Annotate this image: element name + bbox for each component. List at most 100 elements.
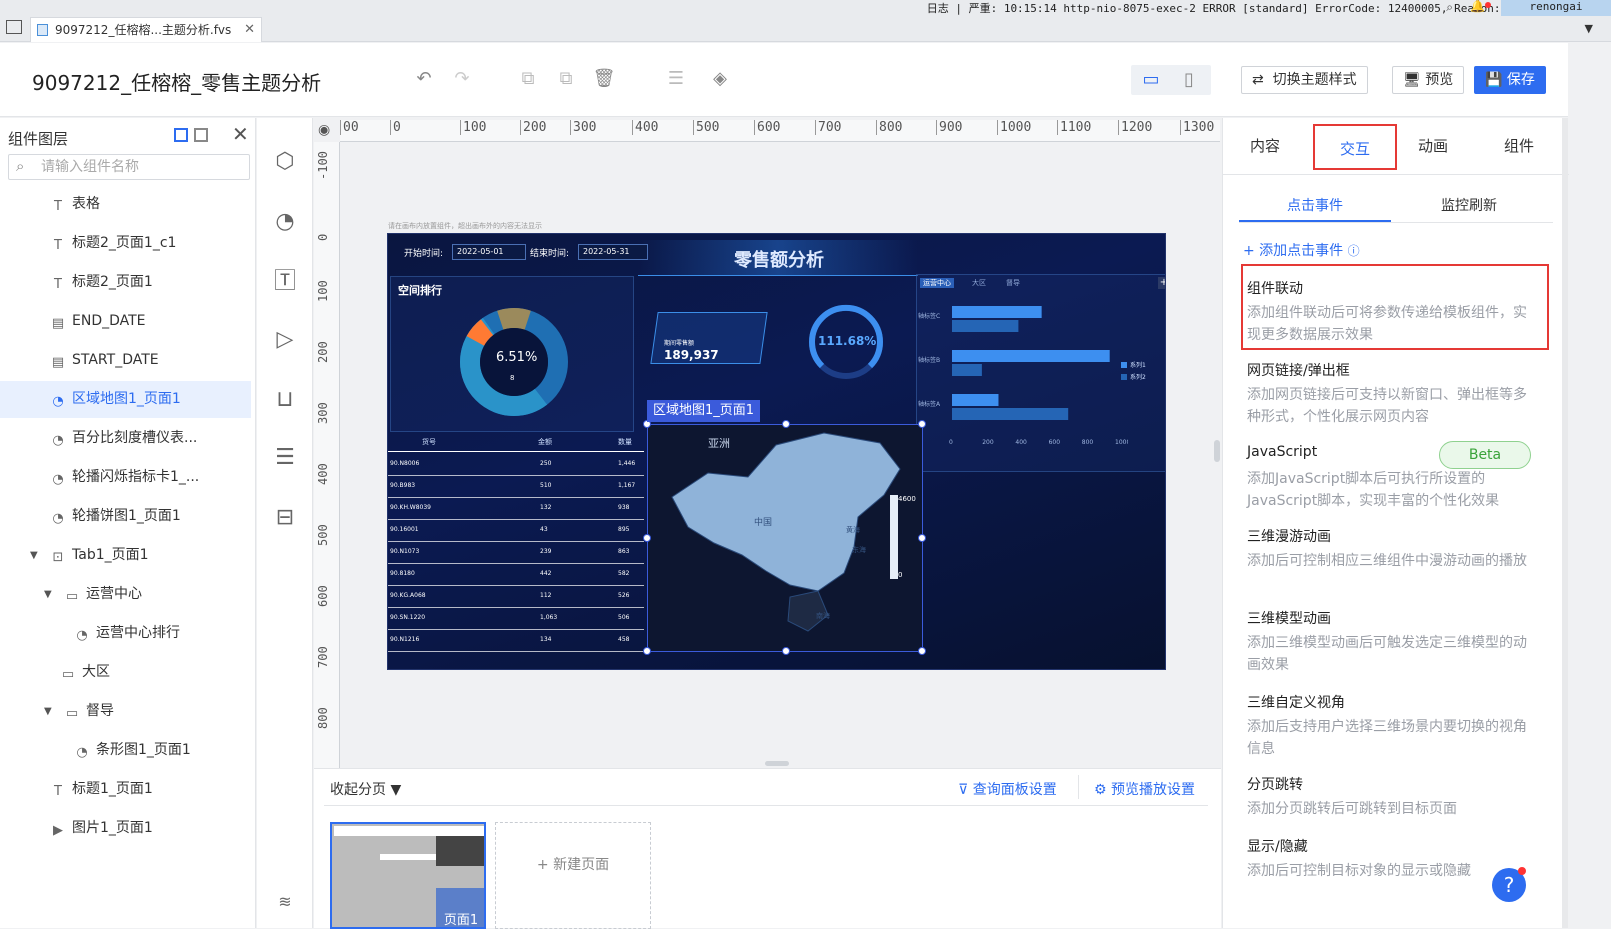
preview-play-button[interactable]: ⚙ 预览播放设置 [1094,779,1195,799]
layer-item[interactable]: ◔ 条形图1_页面1 [0,732,251,769]
save-button[interactable]: 💾 保存 [1474,66,1546,94]
eye-icon[interactable]: ◉ [318,122,330,138]
close-panel-icon[interactable]: ✕ [232,122,249,146]
search-input[interactable]: 请输入组件名称 [8,154,250,180]
canvas-scrollbar[interactable] [1214,440,1220,462]
stack-icon[interactable]: ≋ [271,888,299,916]
event-option-title[interactable]: JavaScript [1247,444,1317,460]
end-date-input[interactable]: 2022-05-31 [578,244,648,260]
resize-handle[interactable] [643,647,651,655]
dropdown-icon[interactable]: ▼ [1585,22,1593,35]
tab-ops-center[interactable]: 运营中心 [920,278,954,288]
resize-handle[interactable] [918,534,926,542]
layer-item[interactable]: ▤ START_DATE [0,342,251,379]
switch-theme-button[interactable]: ⇄ 切换主题样式 [1241,66,1368,94]
pie-chart-icon[interactable]: ◔ [271,208,299,236]
close-icon[interactable]: ✕ [244,18,255,42]
layer-item[interactable]: ▶ 图片1_页面1 [0,810,251,847]
add-tab-icon[interactable]: + [1158,277,1165,289]
page-thumbnail[interactable]: 页面1 [330,822,486,929]
paste-icon[interactable]: ⧉ [554,67,578,91]
caret-down-icon[interactable]: ▼ [30,537,38,574]
split-icon[interactable] [194,128,208,142]
event-option-title[interactable]: 显示/隐藏 [1247,836,1308,856]
desktop-icon[interactable]: ▭ [1139,68,1163,92]
resize-handle[interactable] [782,647,790,655]
subtab-monitor-refresh[interactable]: 监控刷新 [1393,190,1545,222]
list-icon[interactable]: ☰ [271,444,299,472]
layers-icon[interactable]: ◈ [708,67,732,91]
event-option-title[interactable]: 网页链接/弹出框 [1247,360,1350,380]
layer-item[interactable]: T 标题2_页面1_c1 [0,225,251,262]
layer-item[interactable]: ▭ 大区 [0,654,251,691]
layer-item[interactable]: ◔ 轮播饼图1_页面1 [0,498,251,535]
tab-interaction[interactable]: 交互 [1313,124,1397,170]
dashboard-canvas[interactable]: 零售额分析 开始时间: 2022-05-01 结束时间: 2022-05-31 … [387,233,1166,670]
resize-handle[interactable] [918,420,926,428]
preview-button[interactable]: 🖥 预览 [1392,66,1465,94]
layer-item[interactable]: ◔ 百分比刻度槽仪表... [0,420,251,457]
table-row[interactable]: 90.KH.W8039 132 938 [388,498,644,520]
tab-supervisor[interactable]: 督导 [1006,278,1020,288]
window-icon[interactable] [6,20,22,34]
table-row[interactable]: 90.SN.1220 1,063 506 [388,608,644,630]
layer-item[interactable]: ◔ 运营中心排行 [0,615,251,652]
resize-handle[interactable] [918,647,926,655]
region-map[interactable]: 亚洲 中国 黄海 东海 南海 4600 0 [643,420,926,655]
table-row[interactable]: 90.N1073 239 863 [388,542,644,564]
event-option-title[interactable]: 三维自定义视角 [1247,692,1345,712]
layer-item[interactable]: ▤ END_DATE [0,303,251,340]
media-icon[interactable]: ▷ [271,326,299,354]
layer-item[interactable]: ▼ ⊡ Tab1_页面1 [0,537,251,574]
layer-item[interactable]: T 标题2_页面1 [0,264,251,301]
tab-component[interactable]: 组件 [1477,118,1561,174]
layer-item[interactable]: T 表格 [0,186,251,223]
table-row[interactable]: 90.8180 442 582 [388,564,644,586]
table-row[interactable]: 90.B983 510 1,167 [388,476,644,498]
table-row[interactable]: 90.N1216 134 458 [388,630,644,652]
tab-region[interactable]: 大区 [972,278,986,288]
event-option-title[interactable]: 三维漫游动画 [1247,526,1331,546]
query-panel-button[interactable]: ⊽ 查询面板设置 [958,779,1057,799]
caret-down-icon[interactable]: ▼ [44,693,52,730]
redo-icon[interactable]: ↷ [450,67,474,91]
canvas-hscrollbar[interactable] [765,761,789,766]
table-row[interactable]: 90.N8006 250 1,446 [388,454,644,476]
panel-scrollbar[interactable] [1562,118,1568,928]
caret-down-icon[interactable]: ▼ [44,576,52,613]
resize-handle[interactable] [643,534,651,542]
file-tab[interactable]: 9097212_任榕榕...主题分析.fvs ✕ [30,17,262,42]
user-chip[interactable]: renongai [1501,0,1611,16]
filter-icon: ⊽ [958,782,969,798]
layer-item[interactable]: ◔ 轮播闪烁指标卡1_... [0,459,251,496]
event-option-title[interactable]: 组件联动 [1247,278,1303,298]
event-option-title[interactable]: 三维模型动画 [1247,608,1331,628]
add-click-event-button[interactable]: + 添加点击事件 ⓘ [1243,240,1360,260]
text-icon[interactable]: 🅃 [271,268,299,296]
layer-item[interactable]: ▼ ▭ 运营中心 [0,576,251,613]
collapse-pages-button[interactable]: 收起分页 ▼ [330,779,401,799]
delete-icon[interactable]: 🗑 [592,67,616,91]
copy-icon[interactable]: ⧉ [516,67,540,91]
layer-item[interactable]: ◔ 区域地图1_页面1 [0,381,251,418]
undo-icon[interactable]: ↶ [412,67,436,91]
event-option-title[interactable]: 分页跳转 [1247,774,1303,794]
layout-icon[interactable] [174,128,188,142]
align-icon[interactable]: ☰ [664,67,688,91]
layer-item[interactable]: ▼ ▭ 督导 [0,693,251,730]
mobile-icon[interactable]: ▯ [1177,68,1201,92]
resize-handle[interactable] [782,420,790,428]
subtab-click-event[interactable]: 点击事件 [1239,190,1391,222]
start-date-input[interactable]: 2022-05-01 [452,244,526,260]
tab-animation[interactable]: 动画 [1391,118,1475,174]
bell-icon[interactable]: 🔔 [1470,0,1485,13]
inbox-icon[interactable]: ⊔ [271,386,299,414]
archive-icon[interactable]: ⊟ [271,504,299,532]
layer-item[interactable]: T 标题1_页面1 [0,771,251,808]
table-row[interactable]: 90.KG.A068 112 526 [388,586,644,608]
new-page-button[interactable]: + 新建页面 [495,822,651,929]
cube-icon[interactable]: ⬡ [271,148,299,176]
tab-content[interactable]: 内容 [1223,118,1307,174]
table-row[interactable]: 90.16001 43 895 [388,520,644,542]
search-icon[interactable]: ⌕ [1446,0,1453,15]
